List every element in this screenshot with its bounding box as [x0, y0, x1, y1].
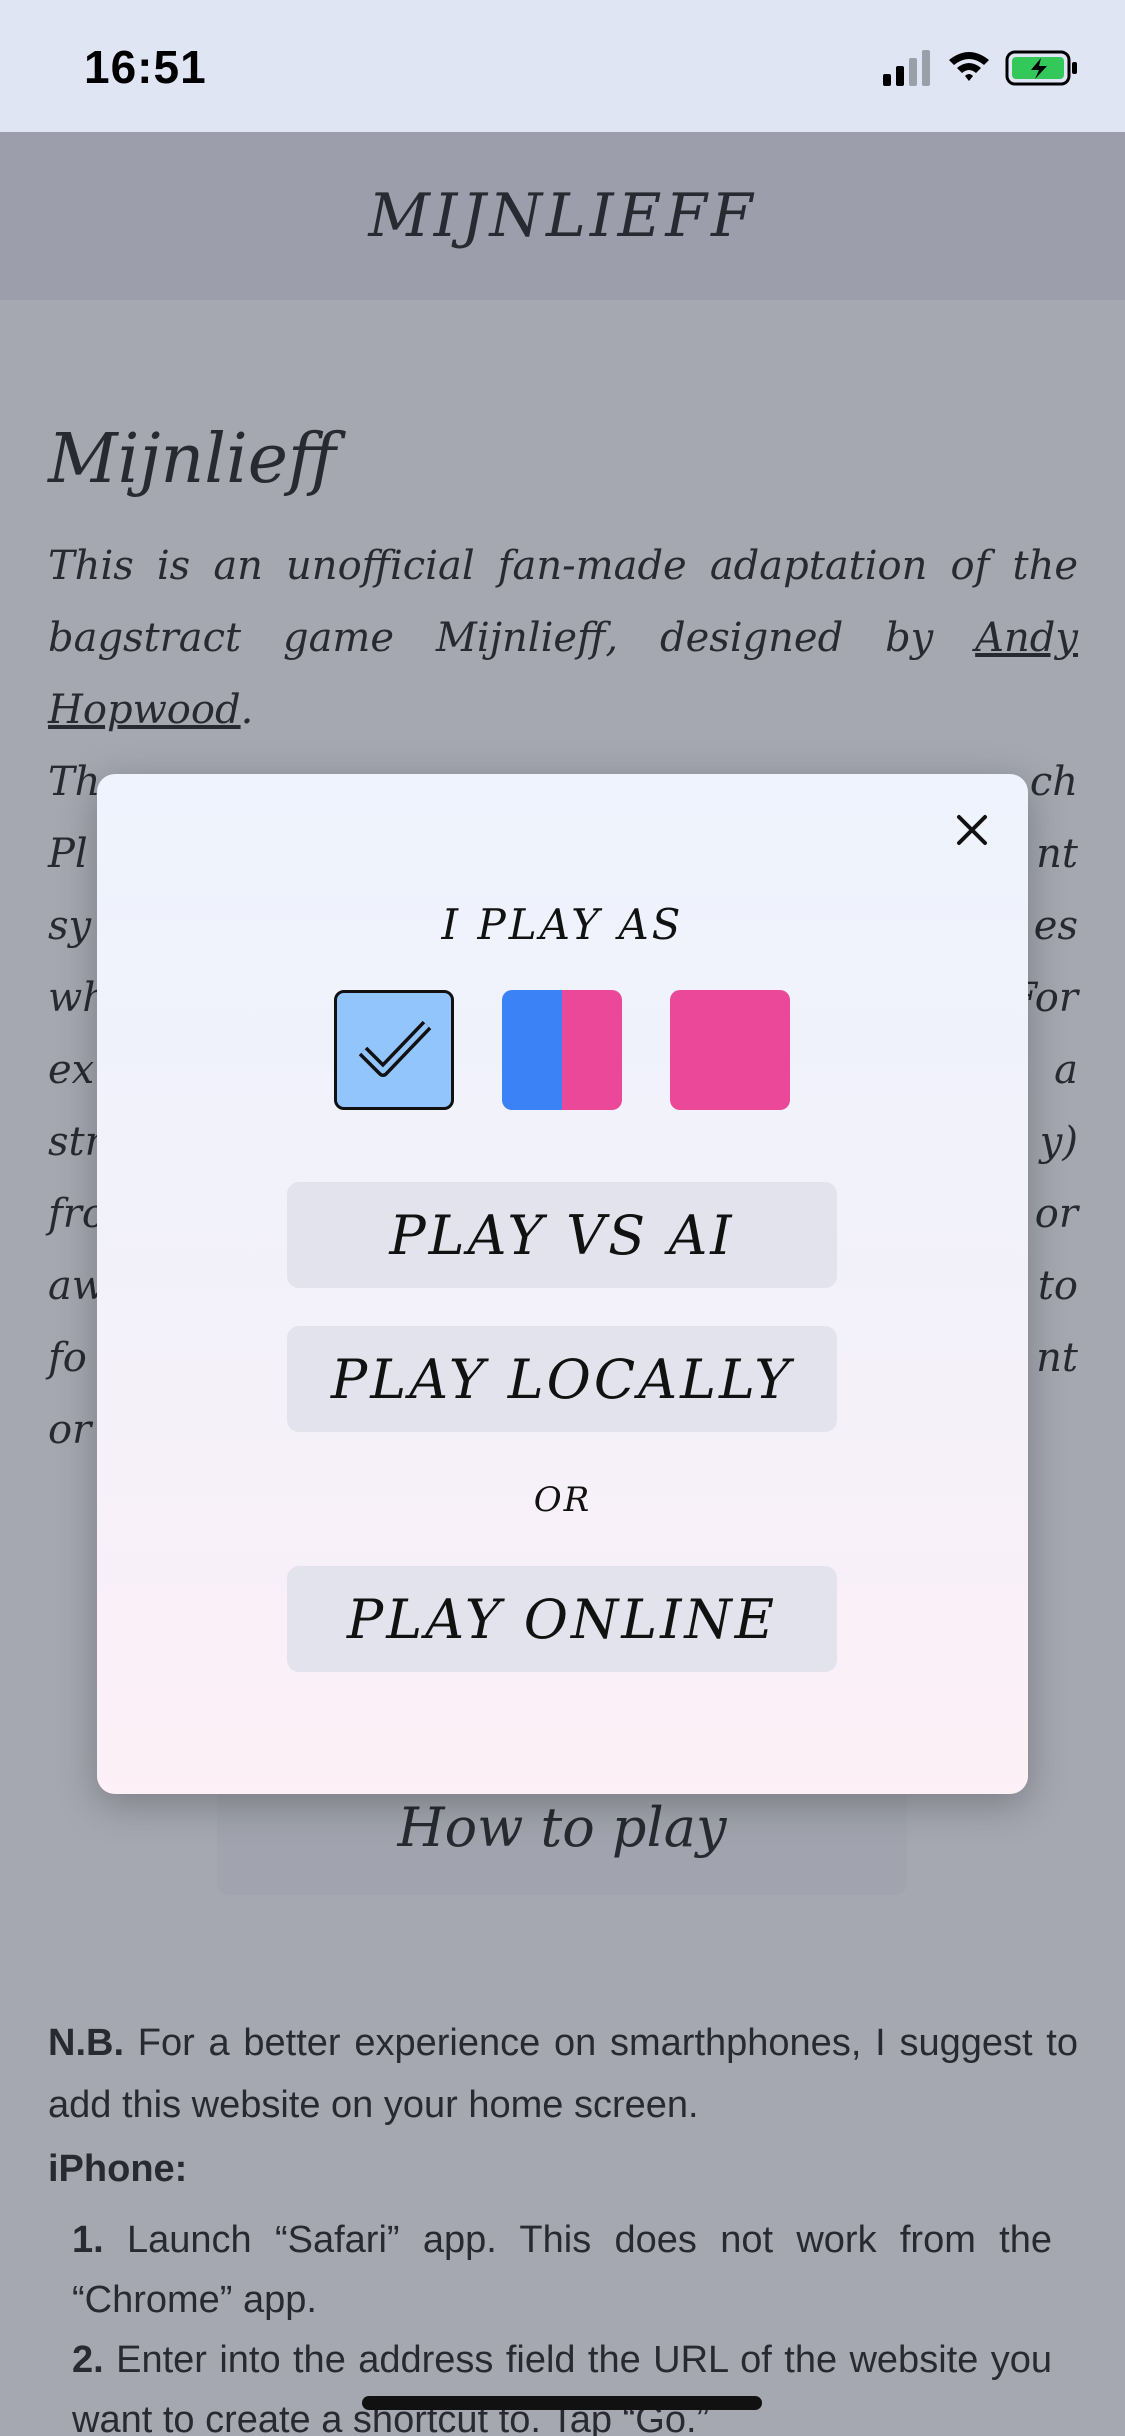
wifi-icon [949, 52, 989, 81]
battery-icon [1005, 50, 1077, 86]
color-option-blue[interactable] [334, 990, 454, 1110]
checkmark-icon [358, 1020, 432, 1077]
signal-icon [883, 50, 930, 86]
status-time: 16:51 [84, 41, 207, 93]
color-option-pink[interactable] [670, 990, 790, 1110]
play-online-button[interactable]: PLAY ONLINE [287, 1566, 837, 1672]
play-mode-modal: I PLAY AS PLAY VS AI PLAY LOCALLY OR PLA… [97, 774, 1028, 1794]
home-indicator [362, 2396, 762, 2410]
swatch-half-pink [562, 990, 622, 1110]
play-locally-button[interactable]: PLAY LOCALLY [287, 1326, 837, 1432]
color-option-both[interactable] [502, 990, 622, 1110]
status-bar: 16:51 [0, 0, 1125, 132]
play-as-label: I PLAY AS [441, 900, 684, 949]
play-vs-ai-button[interactable]: PLAY VS AI [287, 1182, 837, 1288]
status-icons [883, 48, 1083, 88]
close-button[interactable] [942, 800, 1002, 860]
close-icon [957, 815, 987, 845]
swatch-half-blue [502, 990, 562, 1110]
or-label: OR [533, 1480, 592, 1520]
